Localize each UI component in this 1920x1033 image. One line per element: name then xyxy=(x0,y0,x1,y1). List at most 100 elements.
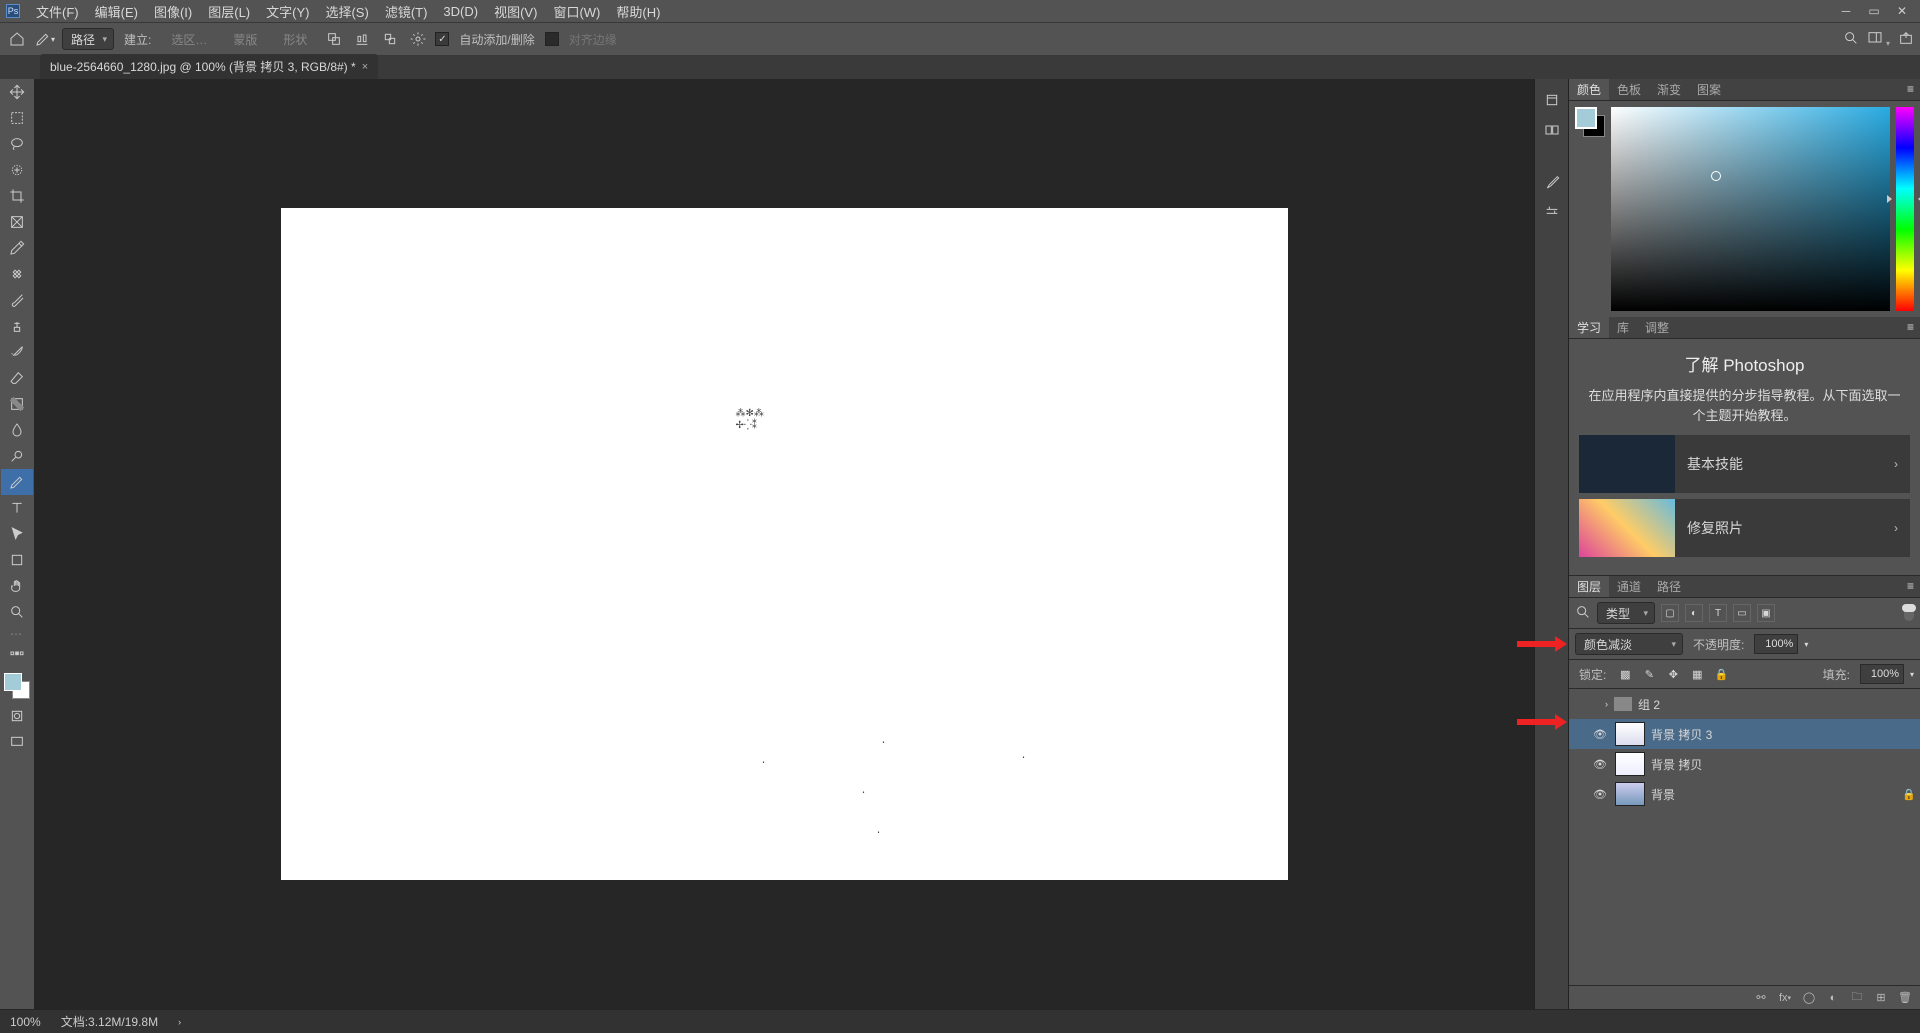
layer-mask-icon[interactable]: ◯ xyxy=(1800,989,1818,1007)
layer-name[interactable]: 组 2 xyxy=(1638,696,1916,713)
window-maximize[interactable]: ▭ xyxy=(1862,2,1886,20)
fg-bg-swatch[interactable] xyxy=(4,673,30,699)
path-combine-icon[interactable] xyxy=(323,28,345,50)
layer-item[interactable]: 👁 背景 🔒 xyxy=(1569,779,1920,809)
canvas[interactable]: ⁂✻⁂✢⁛⁑ · · · · · xyxy=(281,208,1288,880)
search-icon[interactable] xyxy=(1575,604,1591,623)
menu-3d[interactable]: 3D(D) xyxy=(435,1,486,22)
tool-preset-pen-icon[interactable]: ▾ xyxy=(34,28,56,50)
blur-tool[interactable] xyxy=(1,417,33,443)
link-layers-icon[interactable]: ⚯ xyxy=(1752,989,1770,1007)
status-flyout-icon[interactable]: › xyxy=(178,1017,181,1027)
marquee-tool[interactable] xyxy=(1,105,33,131)
fill-input[interactable] xyxy=(1860,664,1904,684)
filter-shape-icon[interactable]: ▭ xyxy=(1733,604,1751,622)
gradient-tool[interactable] xyxy=(1,391,33,417)
zoom-tool[interactable] xyxy=(1,599,33,625)
filter-smart-icon[interactable]: ▣ xyxy=(1757,604,1775,622)
menu-edit[interactable]: 编辑(E) xyxy=(87,0,146,24)
brush-settings-panel-icon[interactable] xyxy=(1542,203,1562,221)
menu-image[interactable]: 图像(I) xyxy=(146,0,200,24)
new-group-icon[interactable]: 🗀 xyxy=(1848,989,1866,1007)
menu-type[interactable]: 文字(Y) xyxy=(258,0,317,24)
gear-icon[interactable] xyxy=(407,28,429,50)
filter-toggle[interactable] xyxy=(1904,605,1914,621)
opacity-input[interactable] xyxy=(1754,634,1798,654)
path-mode-dropdown[interactable]: 路径 xyxy=(62,28,114,50)
hand-tool[interactable] xyxy=(1,573,33,599)
layer-thumbnail[interactable] xyxy=(1615,752,1645,776)
menu-layer[interactable]: 图层(L) xyxy=(200,0,258,24)
color-field[interactable] xyxy=(1611,107,1890,311)
move-tool[interactable] xyxy=(1,79,33,105)
quickmask-icon[interactable] xyxy=(1,703,33,729)
fill-flyout-icon[interactable]: ▾ xyxy=(1910,670,1914,679)
toolbar-expand[interactable]: ⋯ xyxy=(0,625,34,643)
patterns-tab[interactable]: 图案 xyxy=(1689,79,1729,100)
adjustment-layer-icon[interactable]: ◐ xyxy=(1824,989,1842,1007)
panel-menu-icon[interactable]: ≡ xyxy=(1901,576,1920,597)
quick-select-tool[interactable] xyxy=(1,157,33,183)
search-icon[interactable] xyxy=(1843,30,1859,49)
type-tool[interactable] xyxy=(1,495,33,521)
hue-slider[interactable] xyxy=(1896,107,1914,311)
make-mask-button[interactable]: 蒙版 xyxy=(223,28,267,50)
share-icon[interactable] xyxy=(1898,30,1914,49)
brush-tool[interactable] xyxy=(1,287,33,313)
lasso-tool[interactable] xyxy=(1,131,33,157)
delete-layer-icon[interactable]: 🗑 xyxy=(1896,989,1914,1007)
auto-add-delete-checkbox[interactable]: ✓ xyxy=(435,32,449,46)
toolbar-edit-icon[interactable] xyxy=(1,643,33,669)
canvas-viewport[interactable]: ⁂✻⁂✢⁛⁑ · · · · · xyxy=(34,79,1534,1009)
eyedropper-tool[interactable] xyxy=(1,235,33,261)
make-selection-button[interactable]: 选区… xyxy=(161,28,217,50)
properties-panel-icon[interactable] xyxy=(1542,121,1562,139)
window-minimize[interactable]: ─ xyxy=(1834,2,1858,20)
chevron-right-icon[interactable]: › xyxy=(1605,699,1608,709)
filter-type-icon[interactable]: T xyxy=(1709,604,1727,622)
lock-all-icon[interactable]: 🔒 xyxy=(1712,665,1730,683)
fg-color-swatch[interactable] xyxy=(4,673,22,691)
visibility-icon[interactable]: 👁 xyxy=(1591,755,1609,773)
layer-name[interactable]: 背景 拷贝 xyxy=(1651,756,1916,773)
layer-thumbnail[interactable] xyxy=(1615,722,1645,746)
learn-tab[interactable]: 学习 xyxy=(1569,317,1609,338)
brushes-panel-icon[interactable] xyxy=(1542,173,1562,191)
layers-tab[interactable]: 图层 xyxy=(1569,576,1609,597)
history-panel-icon[interactable] xyxy=(1542,91,1562,109)
libraries-tab[interactable]: 库 xyxy=(1609,317,1637,338)
gradients-tab[interactable]: 渐变 xyxy=(1649,79,1689,100)
align-edges-checkbox[interactable] xyxy=(545,32,559,46)
window-close[interactable]: ✕ xyxy=(1890,2,1914,20)
path-select-tool[interactable] xyxy=(1,521,33,547)
layer-name[interactable]: 背景 xyxy=(1651,786,1896,803)
channels-tab[interactable]: 通道 xyxy=(1609,576,1649,597)
layer-fx-icon[interactable]: fx▾ xyxy=(1776,989,1794,1007)
menu-view[interactable]: 视图(V) xyxy=(486,0,545,24)
home-icon[interactable] xyxy=(6,28,28,50)
layer-item[interactable]: 👁 背景 拷贝 xyxy=(1569,749,1920,779)
filter-adjust-icon[interactable]: ◐ xyxy=(1685,604,1703,622)
history-brush-tool[interactable] xyxy=(1,339,33,365)
menu-file[interactable]: 文件(F) xyxy=(28,0,87,24)
visibility-icon[interactable] xyxy=(1581,695,1599,713)
swatches-tab[interactable]: 色板 xyxy=(1609,79,1649,100)
make-shape-button[interactable]: 形状 xyxy=(273,28,317,50)
color-fg-bg[interactable] xyxy=(1575,107,1605,311)
layer-name[interactable]: 背景 拷贝 3 xyxy=(1651,726,1916,743)
menu-window[interactable]: 窗口(W) xyxy=(545,0,608,24)
filter-kind-dropdown[interactable]: 类型 xyxy=(1597,602,1655,624)
eraser-tool[interactable] xyxy=(1,365,33,391)
filter-pixel-icon[interactable]: ▢ xyxy=(1661,604,1679,622)
menu-filter[interactable]: 滤镜(T) xyxy=(377,0,436,24)
document-tab[interactable]: blue-2564660_1280.jpg @ 100% (背景 拷贝 3, R… xyxy=(40,54,378,79)
visibility-icon[interactable]: 👁 xyxy=(1591,725,1609,743)
pen-tool[interactable] xyxy=(1,469,33,495)
zoom-level[interactable]: 100% xyxy=(10,1015,41,1029)
lock-position-icon[interactable]: ✥ xyxy=(1664,665,1682,683)
dodge-tool[interactable] xyxy=(1,443,33,469)
blend-mode-dropdown[interactable]: 颜色减淡 xyxy=(1575,633,1683,655)
path-arrange-icon[interactable] xyxy=(379,28,401,50)
visibility-icon[interactable]: 👁 xyxy=(1591,785,1609,803)
workspace-switch-icon[interactable]: ▾ xyxy=(1867,30,1890,49)
